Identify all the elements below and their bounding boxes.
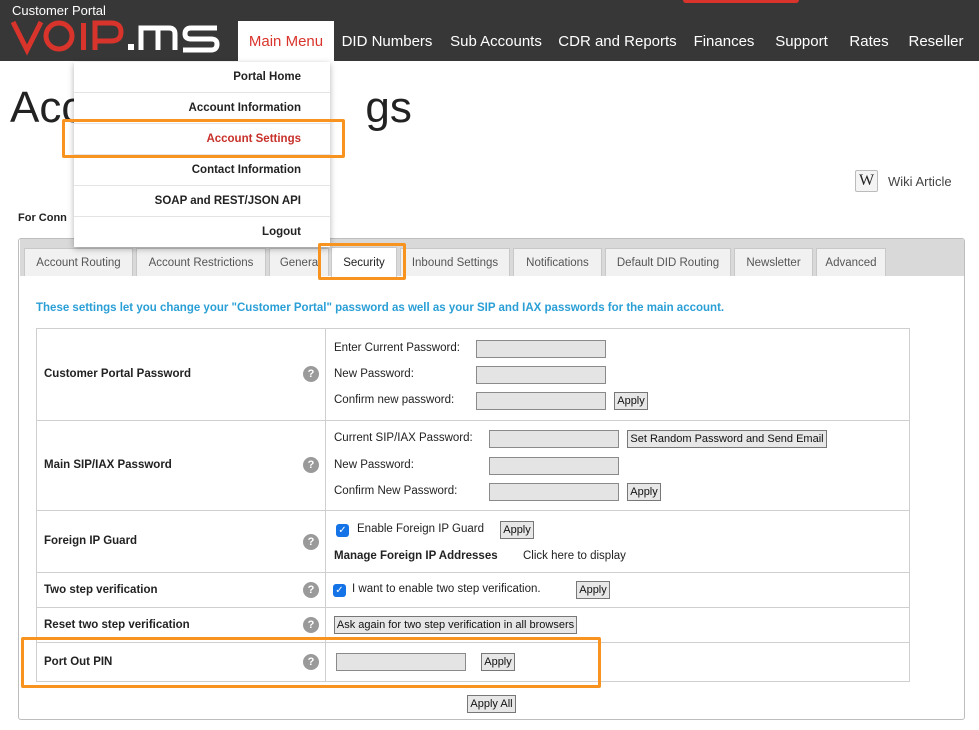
menu-item-contact-information[interactable]: Contact Information [74, 155, 330, 186]
nav-reseller[interactable]: Reseller [900, 21, 972, 61]
nav-finances[interactable]: Finances [683, 21, 765, 61]
reset-two-step-label: Reset two step verification [44, 619, 190, 631]
set-random-password-button[interactable]: Set Random Password and Send Email [627, 430, 827, 448]
help-icon[interactable]: ? [303, 617, 319, 633]
new-password-label: New Password: [334, 368, 414, 380]
help-icon[interactable]: ? [303, 534, 319, 550]
tab-notifications[interactable]: Notifications [513, 248, 602, 276]
manage-foreign-ip-label: Manage Foreign IP Addresses [334, 550, 498, 562]
wiki-article-label: Wiki Article [888, 173, 952, 189]
tab-security[interactable]: Security [331, 247, 397, 277]
top-red-strip [683, 0, 799, 3]
current-sip-password-label: Current SIP/IAX Password: [334, 432, 473, 444]
customer-portal-password-label: Customer Portal Password [44, 368, 191, 380]
table-row-divider [36, 607, 910, 608]
table-row-divider [36, 572, 910, 573]
help-icon[interactable]: ? [303, 582, 319, 598]
menu-item-portal-home[interactable]: Portal Home [74, 62, 330, 93]
menu-item-logout[interactable]: Logout [74, 217, 330, 248]
voipms-logo[interactable] [11, 14, 221, 58]
new-sip-password-input[interactable] [489, 457, 619, 475]
foreign-ip-guard-label: Foreign IP Guard [44, 535, 138, 547]
foreign-ip-apply-button[interactable]: Apply [500, 521, 534, 539]
for-connection-text: For Conn [18, 212, 67, 224]
main-menu-dropdown: Portal Home Account Information Account … [74, 62, 330, 247]
nav-did-numbers[interactable]: DID Numbers [334, 21, 440, 61]
two-step-apply-button[interactable]: Apply [576, 581, 610, 599]
ask-again-two-step-button[interactable]: Ask again for two step verification in a… [334, 616, 577, 634]
wiki-article-link[interactable]: W Wiki Article [855, 170, 952, 192]
tab-general[interactable]: Genera [269, 248, 329, 276]
nav-rates[interactable]: Rates [838, 21, 900, 61]
confirm-password-input[interactable] [476, 392, 606, 410]
current-password-label: Enter Current Password: [334, 342, 460, 354]
menu-item-account-settings[interactable]: Account Settings [74, 124, 330, 155]
confirm-password-label: Confirm new password: [334, 394, 455, 406]
help-icon[interactable]: ? [303, 654, 319, 670]
main-sip-password-label: Main SIP/IAX Password [44, 459, 172, 471]
confirm-sip-password-input[interactable] [489, 483, 619, 501]
nav-main-menu[interactable]: Main Menu [238, 21, 334, 61]
menu-item-soap-api[interactable]: SOAP and REST/JSON API [74, 186, 330, 217]
apply-all-button[interactable]: Apply All [467, 695, 516, 713]
manage-foreign-ip-link[interactable]: Click here to display [523, 550, 626, 562]
page-title-end: gs [365, 83, 412, 132]
nav-cdr-reports[interactable]: CDR and Reports [552, 21, 683, 61]
port-out-pin-apply-button[interactable]: Apply [481, 653, 515, 671]
table-row-divider [36, 642, 910, 643]
sip-password-apply-button[interactable]: Apply [627, 483, 661, 501]
port-out-pin-label: Port Out PIN [44, 656, 113, 668]
foreign-ip-guard-checkbox[interactable]: ✓ [336, 524, 349, 537]
page-title-start: Acc [10, 83, 84, 132]
tab-inbound-settings[interactable]: Inbound Settings [400, 248, 510, 276]
tab-account-restrictions[interactable]: Account Restrictions [136, 248, 266, 276]
help-icon[interactable]: ? [303, 366, 319, 382]
table-row-divider [36, 420, 910, 421]
new-sip-password-label: New Password: [334, 459, 414, 471]
menu-item-account-information[interactable]: Account Information [74, 93, 330, 124]
nav-support[interactable]: Support [765, 21, 838, 61]
top-header: Customer Portal Main Menu DID Numbers Su… [0, 0, 979, 61]
foreign-ip-guard-checkbox-label: Enable Foreign IP Guard [357, 523, 485, 535]
table-row-divider [36, 510, 910, 511]
security-intro-text: These settings let you change your "Cust… [36, 302, 725, 314]
help-icon[interactable]: ? [303, 457, 319, 473]
two-step-checkbox-label: I want to enable two step verification. [352, 583, 541, 595]
tab-advanced[interactable]: Advanced [816, 248, 886, 276]
tab-account-routing[interactable]: Account Routing [24, 248, 133, 276]
port-out-pin-input[interactable] [336, 653, 466, 671]
new-password-input[interactable] [476, 366, 606, 384]
nav-sub-accounts[interactable]: Sub Accounts [440, 21, 552, 61]
tab-default-did-routing[interactable]: Default DID Routing [605, 248, 731, 276]
current-password-input[interactable] [476, 340, 606, 358]
portal-password-apply-button[interactable]: Apply [614, 392, 648, 410]
two-step-checkbox[interactable]: ✓ [333, 584, 346, 597]
confirm-sip-password-label: Confirm New Password: [334, 485, 458, 497]
two-step-verification-label: Two step verification [44, 584, 158, 596]
table-column-divider [325, 328, 326, 682]
current-sip-password-input[interactable] [489, 430, 619, 448]
wikipedia-icon: W [855, 170, 878, 192]
tab-newsletter[interactable]: Newsletter [734, 248, 813, 276]
